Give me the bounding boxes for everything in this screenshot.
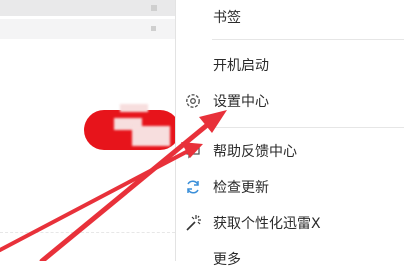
divider-line [0,232,175,233]
menu-separator [212,39,404,40]
menu-item-more[interactable]: 更多 [176,242,404,278]
menu-item-label: 设置中心 [213,94,269,110]
menu-item-startup[interactable]: 开机启动 [176,48,404,84]
refresh-icon [184,178,202,196]
menu-item-check-update[interactable]: 检查更新 [176,170,404,206]
menu-item-label: 检查更新 [213,180,269,196]
window-toolbar [0,0,175,16]
feedback-icon [184,142,202,160]
context-menu: 书签 开机启动 设置中心 帮助反馈中心 检查更新 获取个性化迅雷X 更多 [175,0,404,268]
menu-item-label: 书签 [213,10,241,26]
menu-item-help-feedback[interactable]: 帮助反馈中心 [176,134,404,170]
mosaic-blur-1 [120,104,148,112]
menu-item-label: 帮助反馈中心 [213,144,297,160]
menu-item-label: 更多 [213,252,241,268]
gear-icon [184,92,202,110]
toolbar-secondary [0,19,175,39]
menu-item-label: 开机启动 [213,58,269,74]
menu-separator [212,127,404,128]
menu-item-personalize[interactable]: 获取个性化迅雷X [176,206,404,242]
toolbar-pixel-2 [151,26,156,31]
toolbar-pixel-1 [151,5,157,11]
menu-item-label: 获取个性化迅雷X [213,216,321,232]
menu-item-settings[interactable]: 设置中心 [176,84,404,120]
mosaic-blur-3 [132,126,170,146]
menu-item-bookmarks[interactable]: 书签 [176,0,404,36]
magic-wand-icon [184,214,202,232]
background-window [0,0,180,261]
